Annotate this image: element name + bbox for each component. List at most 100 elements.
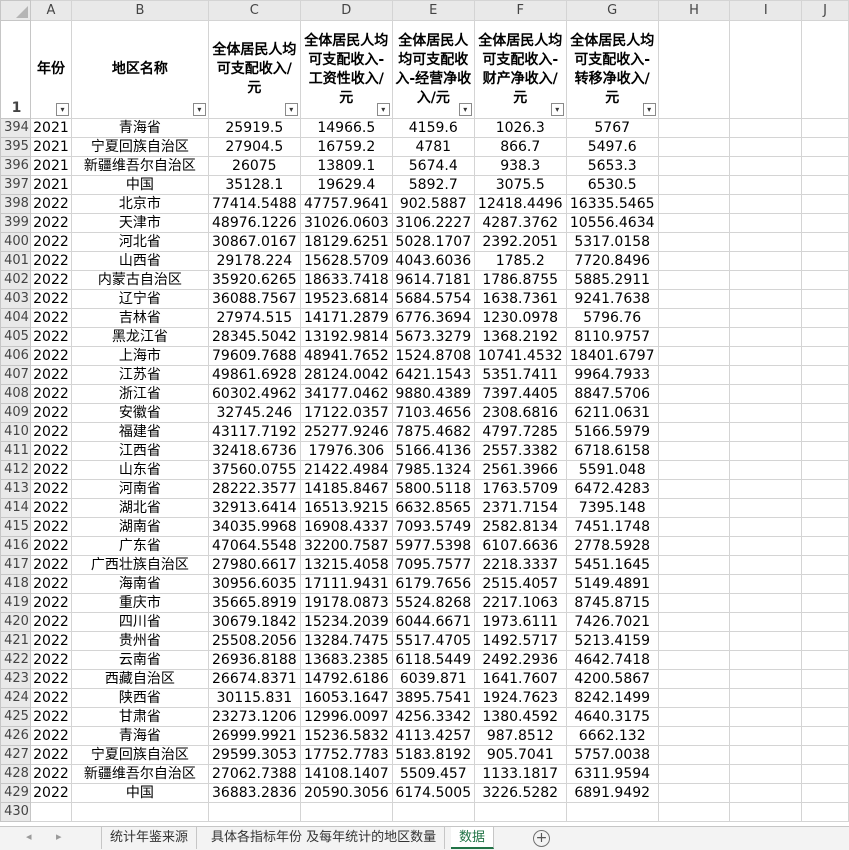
cell-f[interactable]: 10741.4532 [473,346,567,366]
empty-cell[interactable] [729,707,803,727]
row-number[interactable]: 394 [0,118,31,138]
cell-a[interactable]: 2022 [29,232,72,252]
row-number[interactable]: 427 [0,745,31,765]
cell-c[interactable]: 25508.2056 [207,631,301,651]
cell-a[interactable]: 2022 [29,783,72,803]
empty-cell[interactable] [801,213,849,233]
cell-f[interactable]: 7397.4405 [473,384,567,404]
empty-cell[interactable] [801,327,849,347]
cell-e[interactable]: 7095.7577 [391,555,475,575]
cell-f[interactable] [473,802,567,822]
empty-cell[interactable] [729,536,803,556]
cell-e[interactable]: 3106.2227 [391,213,475,233]
cell-e[interactable]: 6776.3694 [391,308,475,328]
filter-dropdown-icon[interactable]: ▾ [458,103,472,116]
tab-yearbook-source[interactable]: 统计年鉴来源 [101,827,198,849]
empty-cell[interactable] [801,555,849,575]
cell-g[interactable]: 9964.7933 [565,365,659,385]
cell-d[interactable]: 19178.0873 [299,593,393,613]
cell-g[interactable]: 2778.5928 [565,536,659,556]
cell-c[interactable]: 36883.2836 [207,783,301,803]
empty-cell[interactable] [657,536,731,556]
empty-cell[interactable] [801,20,849,119]
empty-cell[interactable] [729,783,803,803]
empty-cell[interactable] [657,498,731,518]
cell-g[interactable]: 6472.4283 [565,479,659,499]
filter-dropdown-icon[interactable]: ▾ [642,103,656,116]
cell-d[interactable]: 17111.9431 [299,574,393,594]
empty-cell[interactable] [729,745,803,765]
cell-b[interactable]: 吉林省 [70,308,209,328]
cell-b[interactable]: 西藏自治区 [70,669,209,689]
empty-cell[interactable] [729,726,803,746]
cell-g[interactable]: 5451.1645 [565,555,659,575]
cell-f[interactable]: 905.7041 [473,745,567,765]
cell-b[interactable]: 贵州省 [70,631,209,651]
column-header-h[interactable]: H [657,0,731,21]
row-number[interactable]: 425 [0,707,31,727]
cell-d[interactable]: 16053.1647 [299,688,393,708]
row-number[interactable]: 398 [0,194,31,214]
cell-d[interactable]: 19523.6814 [299,289,393,309]
cell-b[interactable]: 海南省 [70,574,209,594]
cell-f[interactable]: 1380.4592 [473,707,567,727]
row-number[interactable]: 419 [0,593,31,613]
cell-c[interactable]: 28345.5042 [207,327,301,347]
row-number[interactable]: 403 [0,289,31,309]
cell-a[interactable]: 2022 [29,669,72,689]
empty-cell[interactable] [801,175,849,195]
column-header-c[interactable]: C [207,0,301,21]
next-sheet-arrow-icon[interactable]: ▸ [56,830,62,843]
empty-cell[interactable] [657,631,731,651]
cell-b[interactable]: 青海省 [70,726,209,746]
cell-a[interactable]: 2022 [29,270,72,290]
empty-cell[interactable] [801,650,849,670]
cell-c[interactable]: 25919.5 [207,118,301,138]
cell-e[interactable]: 6632.8565 [391,498,475,518]
empty-cell[interactable] [801,783,849,803]
cell-d[interactable]: 13683.2385 [299,650,393,670]
cell-d[interactable]: 12996.0097 [299,707,393,727]
cell-a[interactable]: 2022 [29,460,72,480]
cell-e[interactable]: 6118.5449 [391,650,475,670]
cell-d[interactable]: 15234.2039 [299,612,393,632]
cell-a[interactable]: 2022 [29,688,72,708]
cell-c[interactable]: 32745.246 [207,403,301,423]
empty-cell[interactable] [801,137,849,157]
cell-d[interactable]: 13284.7475 [299,631,393,651]
cell-b[interactable]: 新疆维吾尔自治区 [70,764,209,784]
empty-cell[interactable] [729,270,803,290]
cell-d[interactable]: 19629.4 [299,175,393,195]
empty-cell[interactable] [801,498,849,518]
cell-e[interactable]: 7103.4656 [391,403,475,423]
cell-f[interactable]: 3075.5 [473,175,567,195]
cell-b[interactable]: 天津市 [70,213,209,233]
row-number[interactable]: 415 [0,517,31,537]
cell-g[interactable]: 5497.6 [565,137,659,157]
cell-a[interactable]: 2022 [29,498,72,518]
empty-cell[interactable] [657,156,731,176]
cell-b[interactable]: 云南省 [70,650,209,670]
empty-cell[interactable] [729,384,803,404]
tab-data[interactable]: 数据 [451,827,495,849]
cell-e[interactable]: 902.5887 [391,194,475,214]
empty-cell[interactable] [729,460,803,480]
column-header-b[interactable]: B [70,0,209,21]
cell-c[interactable]: 27904.5 [207,137,301,157]
cell-c[interactable]: 30679.1842 [207,612,301,632]
tab-indicator-years[interactable]: 具体各指标年份 及每年统计的地区数量 [203,827,446,849]
filter-dropdown-icon[interactable]: ▾ [192,103,206,116]
empty-cell[interactable] [729,593,803,613]
header-cell-income-total[interactable]: 全体居民人均可支配收入/元 ▾ [207,20,301,119]
cell-e[interactable]: 3895.7541 [391,688,475,708]
cell-c[interactable]: 37560.0755 [207,460,301,480]
cell-c[interactable]: 35920.6265 [207,270,301,290]
empty-cell[interactable] [657,346,731,366]
empty-cell[interactable] [801,232,849,252]
cell-c[interactable]: 27974.515 [207,308,301,328]
empty-cell[interactable] [729,802,803,822]
row-number[interactable]: 428 [0,764,31,784]
cell-d[interactable] [299,802,393,822]
add-sheet-icon[interactable]: + [533,830,550,847]
cell-a[interactable]: 2022 [29,593,72,613]
